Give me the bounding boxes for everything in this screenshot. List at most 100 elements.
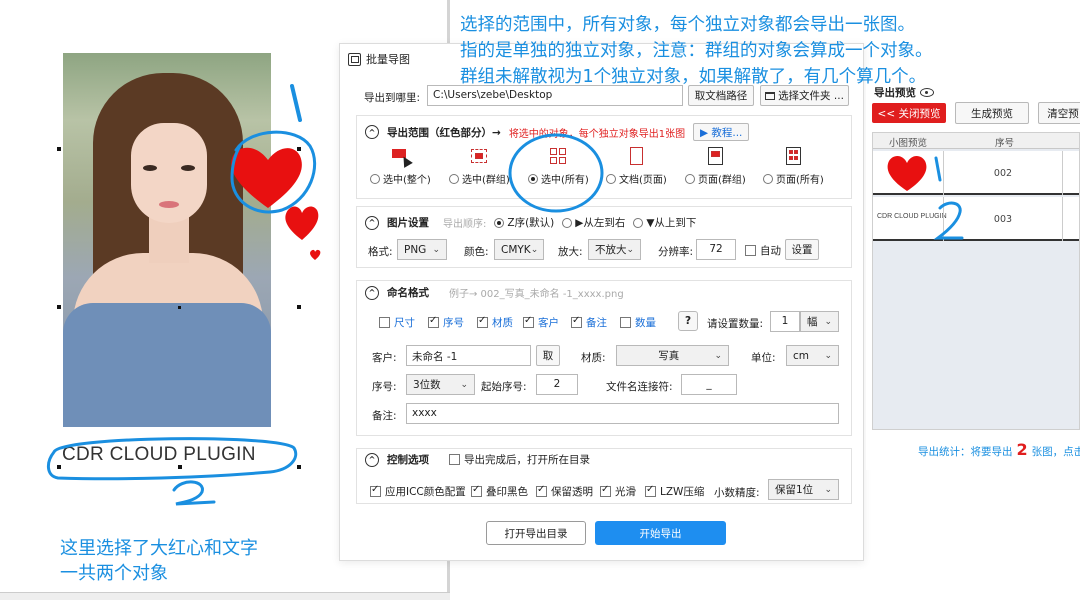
dpi-input[interactable]: 72 [696,239,736,260]
selection-handle[interactable] [57,305,61,309]
checkbox-box-checked[interactable] [523,315,534,328]
checkbox-box-checked[interactable] [536,484,547,497]
radio-dot-selected[interactable] [494,217,505,228]
export-stats: 导出统计：将要导出 2 张图，点击 [918,440,1080,459]
naming-check-note[interactable]: 备注 [571,315,607,330]
scope-option-selected-group[interactable]: 选中(群组) [449,146,510,186]
seq-value: 3位数 [413,379,441,391]
choose-folder-label: 选择文件夹 ... [778,90,844,102]
clear-preview-button[interactable]: 清空预 [1038,102,1080,124]
settings-button[interactable]: 设置 [785,239,819,260]
check-label: 保留透明 [551,486,593,498]
control-check-overprint[interactable]: 叠印黑色 [471,484,528,499]
canvas-text-object[interactable]: CDR CLOUD PLUGIN [62,444,256,466]
checkbox-box[interactable] [620,317,631,328]
caption-line-2: 一共两个对象 [60,563,168,584]
chevron-down-icon: ⌄ [714,350,722,361]
photo-dress [63,303,271,427]
selection-handle[interactable] [297,465,301,469]
naming-check-seq[interactable]: 序号 [428,315,464,330]
preview-row[interactable]: 002 [873,151,1079,195]
order-top-bottom[interactable]: ▼从上到下 [633,215,696,230]
radio-dot[interactable] [449,173,459,184]
precision-select[interactable]: 保留1位 ⌄ [768,479,839,500]
control-check-transparent[interactable]: 保留透明 [536,484,593,499]
collapse-icon[interactable]: ^ [365,452,379,467]
checkbox-box[interactable] [449,454,460,465]
radio-dot[interactable] [370,173,380,184]
checkbox-box-checked[interactable] [477,315,488,328]
checkbox-box-checked[interactable] [645,484,656,497]
radio-dot[interactable] [562,217,573,228]
start-seq-input[interactable]: 2 [536,374,578,395]
generate-preview-button[interactable]: 生成预览 [955,102,1029,124]
select-group-icon [468,146,490,168]
zoom-value: 不放大 [595,244,627,256]
scope-option-selected-whole[interactable]: 选中(整个) [370,146,431,186]
joiner-input[interactable]: _ [681,374,737,395]
collapse-icon[interactable]: ^ [365,125,379,139]
scope-option-page-group[interactable]: 页面(群组) [685,146,746,186]
start-export-button[interactable]: 开始导出 [595,521,726,545]
checkbox-box-checked[interactable] [600,484,611,497]
checkbox-box[interactable] [745,245,756,256]
preview-grid: 小图预览 序号 002 CDR CLOUD PLUGIN 003 [872,132,1080,430]
scope-option-document-page[interactable]: 文档(页面) [606,146,667,186]
note-input[interactable]: xxxx [406,403,839,424]
naming-check-client[interactable]: 客户 [523,315,559,330]
material-select[interactable]: 写真 ⌄ [616,345,729,366]
seq-digits-select[interactable]: 3位数 ⌄ [406,374,475,395]
top-line-1: 选择的范围中，所有对象，每个独立对象都会导出一张图。 [460,15,915,35]
order-option-label: ▼从上到下 [646,217,697,229]
qty-input[interactable]: 1 [770,311,800,332]
collapse-icon[interactable]: ^ [365,215,379,230]
unit-label: 单位: [751,352,776,364]
selection-handle[interactable] [57,147,61,151]
checkbox-box-checked[interactable] [471,484,482,497]
naming-check-material[interactable]: 材质 [477,315,513,330]
open-export-dir-button[interactable]: 打开导出目录 [486,521,586,545]
color-select[interactable]: CMYK ⌄ [494,239,544,260]
checkbox-box[interactable] [379,317,390,328]
control-check-icc[interactable]: 应用ICC颜色配置 [370,484,466,499]
radio-dot[interactable] [633,217,644,228]
photo-eye-left [143,165,157,171]
order-z[interactable]: Z序(默认) [494,215,554,230]
unit-select[interactable]: cm ⌄ [786,345,839,366]
naming-check-qty[interactable]: 数量 [620,315,656,330]
control-check-lzw[interactable]: LZW压缩 [645,484,704,499]
zoom-select[interactable]: 不放大 ⌄ [588,239,641,260]
control-check-smooth[interactable]: 光滑 [600,484,636,499]
naming-check-size[interactable]: 尺寸 [379,315,415,330]
canvas-scrollbar[interactable] [0,592,450,600]
checkbox-box-checked[interactable] [571,315,582,328]
auto-checkbox[interactable]: 自动 [745,243,781,258]
scope-option-selected-all[interactable]: 选中(所有) [528,146,589,186]
photo-face [131,123,207,223]
order-left-right[interactable]: ▶从左到右 [562,215,625,230]
selection-handle[interactable] [297,147,301,151]
help-button[interactable]: ? [678,311,698,331]
radio-dot[interactable] [685,173,695,184]
preview-row[interactable]: CDR CLOUD PLUGIN 003 [873,197,1079,241]
radio-dot[interactable] [763,173,773,184]
scope-option-label: 选中(群组) [462,175,510,186]
open-after-checkbox[interactable]: 导出完成后，打开所在目录 [449,452,590,467]
control-header: ^ 控制选项 导出完成后，打开所在目录 [365,452,590,467]
take-client-button[interactable]: 取 [536,345,560,366]
qty-unit-select[interactable]: 幅 ⌄ [800,311,839,332]
preview-grid-header: 小图预览 序号 [873,133,1079,149]
selection-handle[interactable] [297,305,301,309]
checkbox-box-checked[interactable] [370,484,381,497]
radio-dot[interactable] [606,173,616,184]
tutorial-button[interactable]: ▶ 教程... [693,123,750,141]
checkbox-box-checked[interactable] [428,315,439,328]
format-select[interactable]: PNG ⌄ [397,239,447,260]
close-preview-button[interactable]: << 关闭预览 [872,103,946,123]
radio-dot-selected[interactable] [528,173,538,184]
client-input[interactable]: 未命名 -1 [406,345,531,366]
portrait-photo[interactable] [63,53,271,427]
collapse-icon[interactable]: ^ [365,285,379,300]
scope-option-page-all[interactable]: 页面(所有) [763,146,824,186]
selection-handle[interactable] [57,465,61,469]
